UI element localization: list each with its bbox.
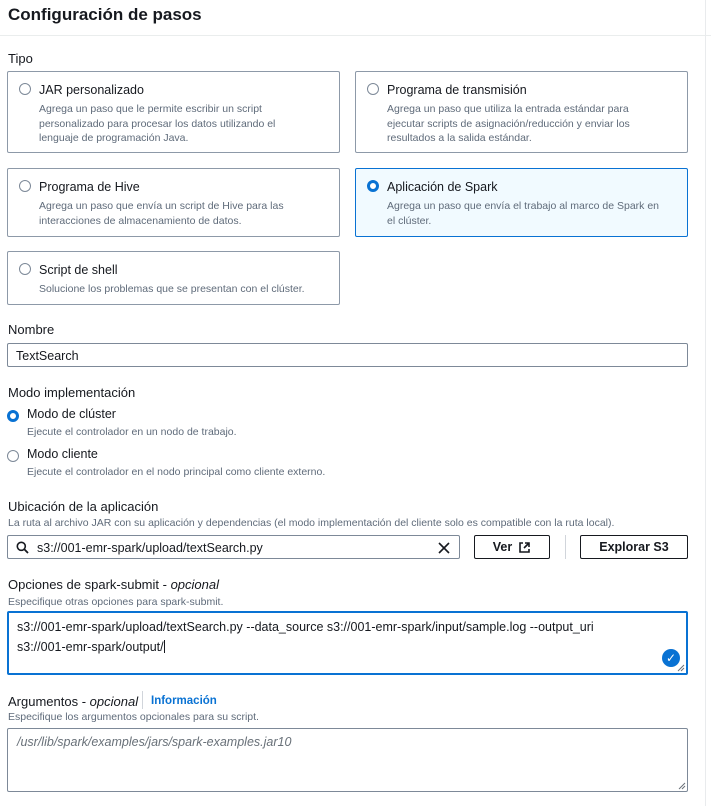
spark-submit-label: Opciones de spark-submit - opcional [8,577,220,592]
nombre-value: TextSearch [16,349,79,363]
modo-label: Modo implementación [8,385,136,400]
search-icon [16,541,29,554]
tipo-option-title: Programa de transmisión [387,83,527,97]
tipo-option-transmision[interactable]: Programa de transmisión Agrega un paso q… [355,71,688,153]
spark-submit-textarea[interactable]: s3://001-emr-spark/upload/textSearch.py … [7,611,688,675]
tipo-option-shell[interactable]: Script de shell Solucione los problemas … [7,251,340,305]
radio-button-selected[interactable] [7,410,19,422]
tipo-option-title: Script de shell [39,263,118,277]
spark-submit-line-2: s3://001-emr-spark/output/ [17,640,164,654]
spark-submit-desc: Especifique otras opciones para spark-su… [8,596,224,608]
ver-button[interactable]: Ver [474,535,550,559]
resize-handle-icon[interactable] [676,663,685,672]
modo-option-cliente[interactable]: Modo cliente Ejecute el controlador en e… [7,447,325,478]
divider [142,691,143,709]
page-title: Configuración de pasos [8,5,202,24]
optional-marker: opcional [170,577,220,592]
argumentos-placeholder: /usr/lib/spark/examples/jars/spark-examp… [17,735,292,749]
tipo-option-title: Programa de Hive [39,180,140,194]
ubicacion-input[interactable]: s3://001-emr-spark/upload/textSearch.py [7,535,460,559]
tipo-label: Tipo [8,51,33,66]
argumentos-label-text: Argumentos [8,694,79,709]
external-link-icon [519,541,531,553]
modo-option-title: Modo de clúster [27,407,116,421]
tipo-option-title: Aplicación de Spark [387,180,498,194]
radio-button-selected[interactable] [367,180,379,192]
tipo-option-desc: Agrega un paso que le permite escribir u… [39,103,276,144]
modo-option-desc: Ejecute el controlador en un nodo de tra… [27,426,237,438]
tipo-option-jar[interactable]: JAR personalizado Agrega un paso que le … [7,71,340,153]
tipo-option-desc: Agrega un paso que envía el trabajo al m… [387,200,660,227]
radio-button[interactable] [19,180,31,192]
spark-submit-label-text: Opciones de spark-submit [8,577,160,592]
ubicacion-label: Ubicación de la aplicación [8,499,159,514]
modo-option-cluster[interactable]: Modo de clúster Ejecute el controlador e… [7,407,237,438]
modo-option-title: Modo cliente [27,447,98,461]
explorar-s3-button[interactable]: Explorar S3 [580,535,688,559]
spark-submit-line-1: s3://001-emr-spark/upload/textSearch.py … [17,620,594,634]
tipo-option-desc: Agrega un paso que envía un script de Hi… [39,200,284,227]
info-link[interactable]: Información [151,695,217,707]
explorar-s3-label: Explorar S3 [599,540,669,554]
radio-button[interactable] [7,450,19,462]
tipo-option-title: JAR personalizado [39,83,144,97]
ubicacion-desc: La ruta al archivo JAR con su aplicación… [8,517,615,529]
ubicacion-value: s3://001-emr-spark/upload/textSearch.py [37,541,263,555]
tipo-option-spark[interactable]: Aplicación de Spark Agrega un paso que e… [355,168,688,237]
right-border [705,0,706,806]
divider [565,535,566,559]
nombre-input[interactable]: TextSearch [7,343,688,367]
argumentos-desc: Especifique los argumentos opcionales pa… [8,711,259,723]
argumentos-label: Argumentos - opcional [8,694,139,709]
text-caret [163,640,165,653]
modo-option-desc: Ejecute el controlador en el nodo princi… [27,466,326,478]
argumentos-textarea[interactable]: /usr/lib/spark/examples/jars/spark-examp… [7,728,688,792]
spark-submit-value: s3://001-emr-spark/upload/textSearch.py … [17,617,594,657]
clear-icon[interactable] [438,542,450,554]
tipo-option-desc: Solucione los problemas que se presentan… [39,283,305,295]
radio-button[interactable] [19,263,31,275]
radio-button[interactable] [19,83,31,95]
resize-handle-icon[interactable] [677,781,686,790]
ver-button-label: Ver [492,540,513,554]
optional-marker: opcional [89,694,139,709]
nombre-label: Nombre [8,322,55,337]
radio-button[interactable] [367,83,379,95]
tipo-option-hive[interactable]: Programa de Hive Agrega un paso que enví… [7,168,340,237]
tipo-option-desc: Agrega un paso que utiliza la entrada es… [387,103,630,144]
